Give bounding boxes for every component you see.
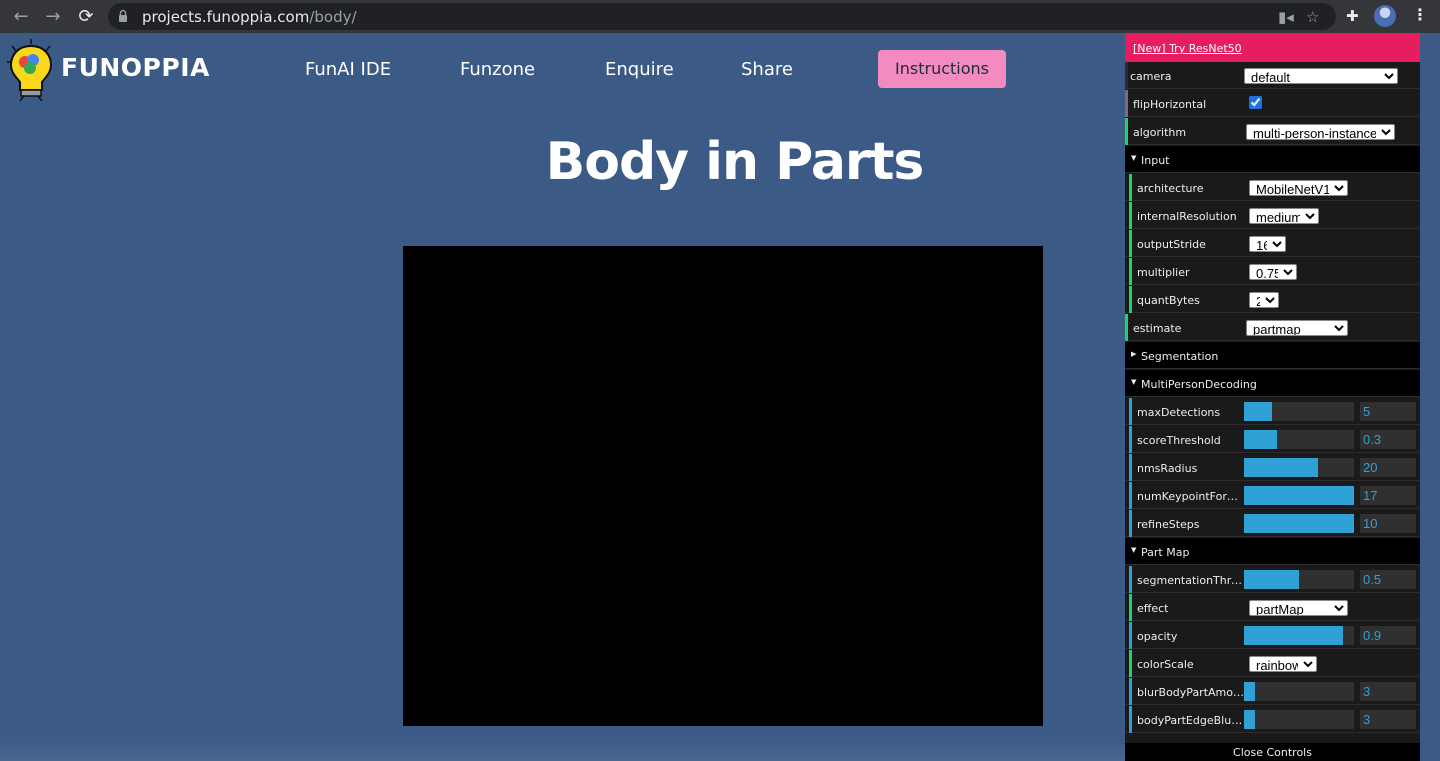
edge-blur-row: bodyPartEdgeBlur... 3 xyxy=(1125,706,1420,733)
multiplier-row: multiplier 0.75 xyxy=(1125,258,1420,285)
nav-enquire[interactable]: Enquire xyxy=(605,59,674,80)
multi-person-decoding-folder[interactable]: ▼ MultiPersonDecoding xyxy=(1125,370,1420,397)
segmentation-threshold-row: segmentationThre... 0.5 xyxy=(1125,566,1420,593)
resnet-promo-link[interactable]: [New] Try ResNet50 xyxy=(1125,33,1420,62)
input-folder[interactable]: ▼ Input xyxy=(1125,146,1420,173)
refine-steps-input[interactable]: 10 xyxy=(1360,514,1416,533)
refine-steps-slider[interactable] xyxy=(1244,514,1354,533)
effect-row: effect partMap xyxy=(1125,594,1420,621)
flip-horizontal-row: flipHorizontal xyxy=(1125,90,1420,117)
page-footer-shade xyxy=(0,740,1125,761)
forward-icon[interactable]: → xyxy=(41,5,65,29)
max-detections-row: maxDetections 5 xyxy=(1125,398,1420,425)
bulb-logo-icon[interactable] xyxy=(6,38,56,102)
score-threshold-input[interactable]: 0.3 xyxy=(1360,430,1416,449)
folder-open-icon: ▼ xyxy=(1131,378,1137,386)
segmentation-threshold-slider[interactable] xyxy=(1244,570,1354,589)
flip-horizontal-checkbox[interactable] xyxy=(1249,96,1262,109)
reload-icon[interactable]: ⟳ xyxy=(74,5,98,29)
edge-blur-slider[interactable] xyxy=(1244,710,1354,729)
algorithm-select[interactable]: multi-person-instance xyxy=(1246,124,1395,140)
num-keypoint-input[interactable]: 17 xyxy=(1360,486,1416,505)
close-controls-button[interactable]: Close Controls xyxy=(1125,743,1420,761)
estimate-select[interactable]: partmap xyxy=(1246,320,1348,336)
nms-radius-slider[interactable] xyxy=(1244,458,1354,477)
nms-radius-input[interactable]: 20 xyxy=(1360,458,1416,477)
estimate-row: estimate partmap xyxy=(1125,314,1420,341)
camera-icon[interactable]: ▮◂ xyxy=(1278,8,1294,26)
architecture-row: architecture MobileNetV1 xyxy=(1125,174,1420,201)
algorithm-row: algorithm multi-person-instance xyxy=(1125,118,1420,145)
instructions-button[interactable]: Instructions xyxy=(878,50,1006,88)
blur-body-part-slider[interactable] xyxy=(1244,682,1354,701)
num-keypoint-row: numKeypointForM... 17 xyxy=(1125,482,1420,509)
opacity-row: opacity 0.9 xyxy=(1125,622,1420,649)
url-text: projects.funoppia.com/body/ xyxy=(142,8,357,26)
opacity-slider[interactable] xyxy=(1244,626,1354,645)
max-detections-input[interactable]: 5 xyxy=(1360,402,1416,421)
multiplier-select[interactable]: 0.75 xyxy=(1249,264,1297,280)
camera-row: camera default xyxy=(1125,62,1420,89)
extensions-icon[interactable]: ✚ xyxy=(1346,7,1359,25)
controls-panel: [New] Try ResNet50 camera default flipHo… xyxy=(1125,33,1420,761)
nms-radius-row: nmsRadius 20 xyxy=(1125,454,1420,481)
edge-blur-input[interactable]: 3 xyxy=(1360,710,1416,729)
internal-resolution-select[interactable]: medium xyxy=(1249,208,1319,224)
score-threshold-row: scoreThreshold 0.3 xyxy=(1125,426,1420,453)
output-canvas xyxy=(403,246,1043,726)
menu-icon[interactable]: ⋮ xyxy=(1412,5,1428,24)
star-icon[interactable]: ☆ xyxy=(1306,8,1319,26)
nav-share[interactable]: Share xyxy=(741,59,793,80)
part-map-folder[interactable]: ▼ Part Map xyxy=(1125,538,1420,565)
folder-open-icon: ▼ xyxy=(1131,154,1137,162)
output-stride-select[interactable]: 16 xyxy=(1249,236,1286,252)
effect-select[interactable]: partMap xyxy=(1249,600,1348,616)
output-stride-row: outputStride 16 xyxy=(1125,230,1420,257)
segmentation-threshold-input[interactable]: 0.5 xyxy=(1360,570,1416,589)
nav-funai-ide[interactable]: FunAI IDE xyxy=(305,59,391,80)
lock-icon xyxy=(119,9,127,22)
refine-steps-row: refineSteps 10 xyxy=(1125,510,1420,537)
opacity-input[interactable]: 0.9 xyxy=(1360,626,1416,645)
num-keypoint-slider[interactable] xyxy=(1244,486,1354,505)
architecture-select[interactable]: MobileNetV1 xyxy=(1249,180,1348,196)
address-bar[interactable]: projects.funoppia.com/body/ ▮◂ ☆ xyxy=(108,3,1336,30)
profile-avatar[interactable] xyxy=(1374,5,1396,27)
folder-closed-icon: ▶ xyxy=(1131,350,1137,358)
blur-body-part-row: blurBodyPartAmoun... 3 xyxy=(1125,678,1420,705)
browser-toolbar: ← → ⟳ projects.funoppia.com/body/ ▮◂ ☆ ✚… xyxy=(0,0,1440,33)
blur-body-part-input[interactable]: 3 xyxy=(1360,682,1416,701)
max-detections-slider[interactable] xyxy=(1244,402,1354,421)
brand-name[interactable]: FUNOPPIA xyxy=(61,53,210,82)
nav-funzone[interactable]: Funzone xyxy=(460,59,535,80)
quant-bytes-select[interactable]: 2 xyxy=(1249,292,1279,308)
camera-select[interactable]: default xyxy=(1244,68,1398,84)
back-icon[interactable]: ← xyxy=(9,5,33,29)
folder-open-icon: ▼ xyxy=(1131,546,1137,554)
segmentation-folder[interactable]: ▶ Segmentation xyxy=(1125,342,1420,369)
score-threshold-slider[interactable] xyxy=(1244,430,1354,449)
internal-resolution-row: internalResolution medium xyxy=(1125,202,1420,229)
color-scale-select[interactable]: rainbow xyxy=(1249,656,1317,672)
panel-scrollbar[interactable] xyxy=(1420,33,1440,761)
color-scale-row: colorScale rainbow xyxy=(1125,650,1420,677)
page-title: Body in Parts xyxy=(545,132,925,192)
quant-bytes-row: quantBytes 2 xyxy=(1125,286,1420,313)
